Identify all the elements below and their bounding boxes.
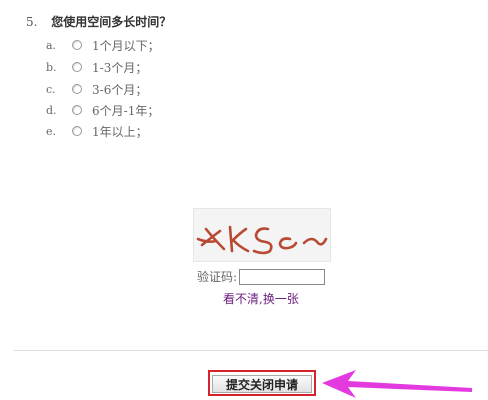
option-letter: a. bbox=[46, 38, 57, 52]
captcha-input[interactable] bbox=[239, 268, 326, 285]
radio-button[interactable] bbox=[72, 126, 82, 136]
option-b[interactable]: b. 1-3个月； bbox=[46, 58, 147, 76]
divider bbox=[14, 350, 488, 351]
option-letter: e. bbox=[46, 124, 57, 138]
option-letter: b. bbox=[46, 60, 57, 74]
option-letter: c. bbox=[46, 82, 56, 96]
option-label: 1个月以下； bbox=[92, 38, 160, 53]
question-number: 5. bbox=[26, 15, 38, 29]
option-d[interactable]: d. 6个月-1年； bbox=[46, 101, 159, 119]
radio-button[interactable] bbox=[72, 40, 82, 50]
submit-close-request-button[interactable]: 提交关闭申请 bbox=[212, 375, 312, 393]
radio-button[interactable] bbox=[72, 105, 82, 115]
option-label: 3-6个月； bbox=[92, 82, 148, 97]
question-5: 5. 您使用空间多长时间？ bbox=[26, 13, 171, 30]
option-a[interactable]: a. 1个月以下； bbox=[46, 36, 160, 54]
option-letter: d. bbox=[46, 103, 57, 117]
pointer-arrow-icon bbox=[322, 370, 472, 398]
captcha-label: 验证码: bbox=[197, 270, 238, 284]
refresh-captcha-link[interactable]: 看不清,换一张 bbox=[223, 290, 299, 307]
captcha-field-row: 验证码: bbox=[197, 268, 326, 285]
radio-button[interactable] bbox=[72, 84, 82, 94]
option-e[interactable]: e. 1年以上； bbox=[46, 122, 148, 140]
submit-highlight: 提交关闭申请 bbox=[208, 370, 316, 396]
captcha-glyphs bbox=[196, 225, 328, 255]
captcha-image[interactable] bbox=[193, 208, 331, 262]
option-label: 6个月-1年； bbox=[92, 103, 160, 118]
radio-button[interactable] bbox=[72, 62, 82, 72]
option-label: 1年以上； bbox=[92, 124, 148, 139]
question-title: 您使用空间多长时间？ bbox=[51, 15, 172, 29]
option-c[interactable]: c. 3-6个月； bbox=[46, 80, 147, 98]
option-label: 1-3个月； bbox=[92, 60, 148, 75]
